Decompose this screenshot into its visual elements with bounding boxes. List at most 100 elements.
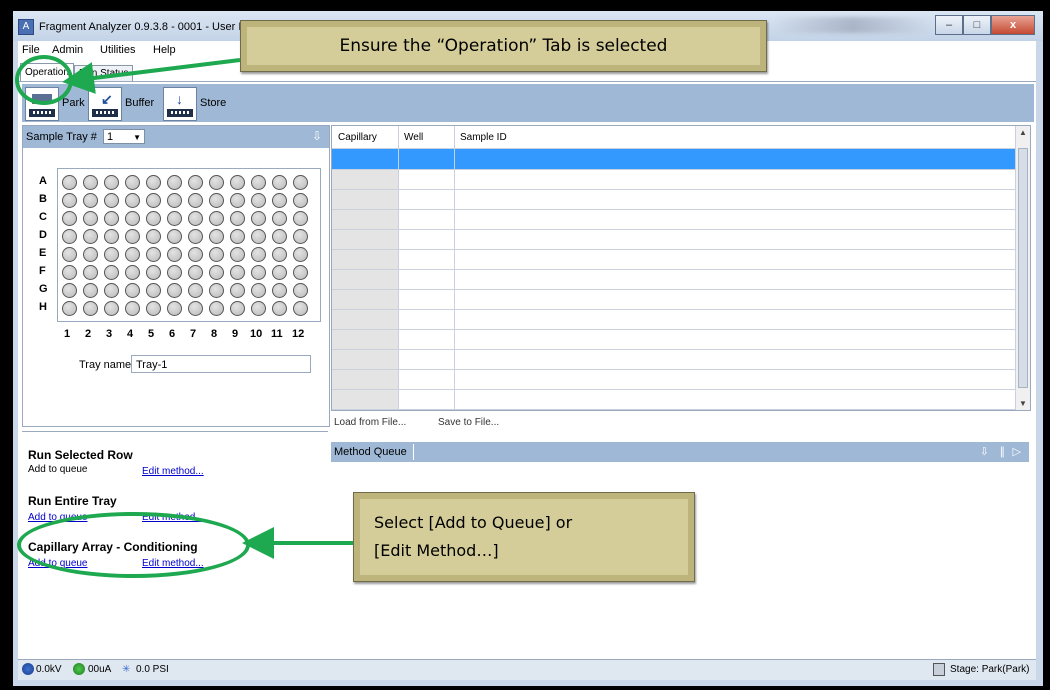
well-E6[interactable] (167, 247, 182, 262)
well-G8[interactable] (209, 283, 224, 298)
well-E1[interactable] (62, 247, 77, 262)
pin-icon[interactable]: ⇩ (312, 129, 324, 143)
well-H5[interactable] (146, 301, 161, 316)
well-D9[interactable] (230, 229, 245, 244)
well-A7[interactable] (188, 175, 203, 190)
well-B2[interactable] (83, 193, 98, 208)
well-A8[interactable] (209, 175, 224, 190)
well-F11[interactable] (272, 265, 287, 280)
well-E10[interactable] (251, 247, 266, 262)
well-F7[interactable] (188, 265, 203, 280)
well-F6[interactable] (167, 265, 182, 280)
well-F1[interactable] (62, 265, 77, 280)
well-D1[interactable] (62, 229, 77, 244)
well-H3[interactable] (104, 301, 119, 316)
run-selected-row-edit[interactable]: Edit method... (142, 466, 204, 477)
menu-help[interactable]: Help (153, 44, 176, 56)
well-C7[interactable] (188, 211, 203, 226)
scroll-thumb[interactable] (1018, 148, 1028, 388)
well-G12[interactable] (293, 283, 308, 298)
well-H7[interactable] (188, 301, 203, 316)
well-D7[interactable] (188, 229, 203, 244)
tray-name-input[interactable]: Tray-1 (131, 355, 311, 373)
well-F10[interactable] (251, 265, 266, 280)
well-A2[interactable] (83, 175, 98, 190)
well-A11[interactable] (272, 175, 287, 190)
well-G6[interactable] (167, 283, 182, 298)
well-A6[interactable] (167, 175, 182, 190)
well-G7[interactable] (188, 283, 203, 298)
well-A12[interactable] (293, 175, 308, 190)
well-C10[interactable] (251, 211, 266, 226)
well-H9[interactable] (230, 301, 245, 316)
well-G9[interactable] (230, 283, 245, 298)
run-selected-row-add[interactable]: Add to queue (28, 464, 88, 475)
header-capillary[interactable]: Capillary (338, 132, 377, 143)
well-F4[interactable] (125, 265, 140, 280)
pause-icon[interactable]: ∥ (1000, 445, 1006, 458)
well-A3[interactable] (104, 175, 119, 190)
well-E9[interactable] (230, 247, 245, 262)
well-B12[interactable] (293, 193, 308, 208)
well-C9[interactable] (230, 211, 245, 226)
well-E4[interactable] (125, 247, 140, 262)
menu-utilities[interactable]: Utilities (100, 44, 135, 56)
header-sample-id[interactable]: Sample ID (460, 132, 507, 143)
well-H11[interactable] (272, 301, 287, 316)
header-well[interactable]: Well (404, 132, 423, 143)
well-E3[interactable] (104, 247, 119, 262)
menu-admin[interactable]: Admin (52, 44, 83, 56)
well-A9[interactable] (230, 175, 245, 190)
vertical-scrollbar[interactable]: ▲ ▼ (1015, 126, 1030, 410)
well-B8[interactable] (209, 193, 224, 208)
close-button[interactable]: x (991, 15, 1035, 35)
store-icon[interactable]: ↓ (163, 87, 197, 121)
well-A10[interactable] (251, 175, 266, 190)
well-H12[interactable] (293, 301, 308, 316)
save-to-file-button[interactable]: Save to File... (438, 417, 499, 428)
well-C11[interactable] (272, 211, 287, 226)
well-D4[interactable] (125, 229, 140, 244)
buffer-icon[interactable]: ↙ (88, 87, 122, 121)
well-C2[interactable] (83, 211, 98, 226)
well-A4[interactable] (125, 175, 140, 190)
scroll-up-icon[interactable]: ▲ (1019, 128, 1027, 137)
well-F8[interactable] (209, 265, 224, 280)
sample-tray-select[interactable]: 1 ▼ (103, 129, 145, 144)
well-B9[interactable] (230, 193, 245, 208)
well-D5[interactable] (146, 229, 161, 244)
store-button[interactable]: Store (200, 97, 226, 109)
well-H8[interactable] (209, 301, 224, 316)
well-F5[interactable] (146, 265, 161, 280)
buffer-button[interactable]: Buffer (125, 97, 154, 109)
well-C4[interactable] (125, 211, 140, 226)
well-D11[interactable] (272, 229, 287, 244)
well-G2[interactable] (83, 283, 98, 298)
well-G1[interactable] (62, 283, 77, 298)
well-G4[interactable] (125, 283, 140, 298)
well-G10[interactable] (251, 283, 266, 298)
well-B6[interactable] (167, 193, 182, 208)
maximize-button[interactable]: □ (963, 15, 991, 35)
well-H1[interactable] (62, 301, 77, 316)
well-E5[interactable] (146, 247, 161, 262)
well-C6[interactable] (167, 211, 182, 226)
well-D3[interactable] (104, 229, 119, 244)
menu-file[interactable]: File (22, 44, 40, 56)
well-F9[interactable] (230, 265, 245, 280)
well-B5[interactable] (146, 193, 161, 208)
well-A5[interactable] (146, 175, 161, 190)
load-from-file-button[interactable]: Load from File... (334, 417, 406, 428)
pin-icon[interactable]: ⇩ (980, 445, 989, 458)
well-F12[interactable] (293, 265, 308, 280)
well-G11[interactable] (272, 283, 287, 298)
minimize-button[interactable]: – (935, 15, 963, 35)
tab-run-status[interactable]: Run Status (74, 65, 134, 81)
well-C12[interactable] (293, 211, 308, 226)
well-D8[interactable] (209, 229, 224, 244)
well-B3[interactable] (104, 193, 119, 208)
well-F2[interactable] (83, 265, 98, 280)
well-D6[interactable] (167, 229, 182, 244)
well-G3[interactable] (104, 283, 119, 298)
well-E7[interactable] (188, 247, 203, 262)
